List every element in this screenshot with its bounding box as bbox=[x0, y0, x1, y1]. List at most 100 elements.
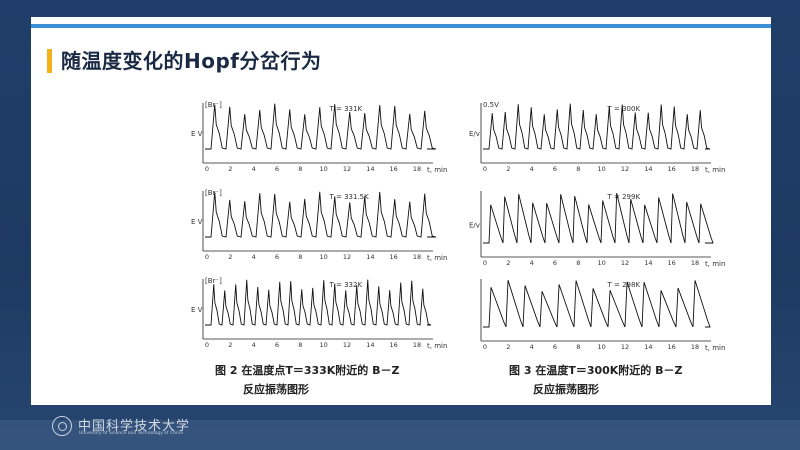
tick-label: 14 bbox=[366, 253, 374, 261]
tick-label: 4 bbox=[530, 343, 534, 351]
tick-label: 12 bbox=[621, 259, 629, 267]
caption-right-line2: 反应振荡图形 bbox=[533, 382, 599, 396]
tick-label: 6 bbox=[553, 165, 557, 173]
tick-label: 2 bbox=[506, 343, 510, 351]
tick-label: 8 bbox=[298, 165, 302, 173]
tick-label: 6 bbox=[553, 259, 557, 267]
tick-label: 18 bbox=[691, 259, 699, 267]
signal-label: [Br⁻] bbox=[205, 277, 222, 285]
caption-left-line1: 图 2 在温度点T＝333K附近的 B－Z bbox=[215, 363, 400, 377]
tick-label: 12 bbox=[621, 165, 629, 173]
x-axis-label: t, min bbox=[705, 166, 725, 174]
signal-label: [Br⁻] bbox=[205, 101, 222, 109]
title-accent-bar bbox=[47, 49, 52, 73]
tick-label: 4 bbox=[530, 259, 534, 267]
tick-label: 6 bbox=[275, 253, 279, 261]
university-emblem-icon bbox=[52, 416, 72, 436]
tick-label: 2 bbox=[228, 341, 232, 349]
tick-label: 18 bbox=[413, 165, 421, 173]
y-axis-label: E V bbox=[191, 130, 203, 138]
y-axis-label: E V bbox=[191, 306, 203, 314]
tick-label: 8 bbox=[576, 259, 580, 267]
right-panel-3: 0 2 4 6 8 10 12 14 16 18 t, min T = 298K bbox=[480, 279, 725, 352]
x-axis-label: t, min bbox=[705, 260, 725, 268]
oscillation-trace bbox=[483, 193, 714, 244]
tick-label: 4 bbox=[252, 341, 256, 349]
tick-label: 18 bbox=[413, 253, 421, 261]
tick-label: 4 bbox=[252, 253, 256, 261]
tick-label: 0 bbox=[483, 259, 487, 267]
tick-label: 8 bbox=[298, 341, 302, 349]
tick-label: 0 bbox=[205, 253, 209, 261]
slide-content: 随温度变化的Hopf分岔行为 0 2 4 6 8 10 12 14 16 18 t, min T = … bbox=[31, 17, 771, 405]
tick-label: 14 bbox=[644, 259, 652, 267]
tick-label: 2 bbox=[506, 259, 510, 267]
tick-label: 18 bbox=[691, 165, 699, 173]
tick-label: 10 bbox=[598, 259, 606, 267]
tick-label: 18 bbox=[691, 343, 699, 351]
tick-label: 14 bbox=[644, 165, 652, 173]
tick-label: 0 bbox=[483, 343, 487, 351]
y-axis-label: E V bbox=[191, 218, 203, 226]
right-figure-column: 0 2 4 6 8 10 12 14 16 18 t, min T = 300K 0.5V E/v 0 2 4 6… bbox=[469, 101, 725, 352]
y-axis-label: E/v bbox=[469, 221, 480, 229]
tick-label: 2 bbox=[506, 165, 510, 173]
tick-label: 6 bbox=[553, 343, 557, 351]
tick-label: 16 bbox=[668, 343, 676, 351]
left-panel-3: 0 2 4 6 8 10 12 14 16 18 t, minT = 332K[Br⁻]E V bbox=[191, 277, 447, 350]
tick-label: 8 bbox=[576, 343, 580, 351]
temperature-label: T = 298K bbox=[607, 281, 641, 289]
tick-label: 12 bbox=[343, 165, 351, 173]
tick-label: 2 bbox=[228, 253, 232, 261]
signal-label: [Br⁻] bbox=[205, 189, 222, 197]
tick-label: 10 bbox=[598, 165, 606, 173]
tick-label: 10 bbox=[320, 341, 328, 349]
tick-label: 8 bbox=[298, 253, 302, 261]
temperature-label: T = 331K bbox=[329, 105, 363, 113]
tick-label: 2 bbox=[228, 165, 232, 173]
tick-label: 18 bbox=[413, 341, 421, 349]
x-axis-label: t, min bbox=[427, 342, 447, 350]
tick-label: 12 bbox=[343, 253, 351, 261]
oscillation-trace bbox=[205, 103, 437, 150]
x-axis-label: t, min bbox=[427, 254, 447, 262]
tick-label: 16 bbox=[390, 253, 398, 261]
caption-right-line1: 图 3 在温度T＝300K附近的 B－Z bbox=[509, 363, 683, 377]
tick-label: 10 bbox=[598, 343, 606, 351]
oscillation-figure: 0 2 4 6 8 10 12 14 16 18 t, min T = 331K [Br⁻] E V 0 2 4… bbox=[191, 101, 725, 396]
temperature-label: T = 300K bbox=[607, 105, 641, 113]
right-panel-1: 0 2 4 6 8 10 12 14 16 18 t, min T = 300K 0.5V E/v bbox=[469, 101, 725, 174]
tick-label: 16 bbox=[668, 165, 676, 173]
oscillation-trace bbox=[483, 280, 711, 328]
tick-label: 6 bbox=[275, 341, 279, 349]
tick-label: 0 bbox=[483, 165, 487, 173]
tick-label: 6 bbox=[275, 165, 279, 173]
y-axis-label: E/v bbox=[469, 130, 480, 138]
left-figure-column: 0 2 4 6 8 10 12 14 16 18 t, min T = 331K [Br⁻] E V 0 2 4… bbox=[191, 101, 447, 350]
temperature-label: T = 299K bbox=[607, 193, 641, 201]
tick-label: 12 bbox=[621, 343, 629, 351]
caption-left-line2: 反应振荡图形 bbox=[243, 382, 309, 396]
tick-label: 10 bbox=[320, 165, 328, 173]
left-panel-1: 0 2 4 6 8 10 12 14 16 18 t, min T = 331K [Br⁻] E V bbox=[191, 101, 447, 174]
tick-label: 16 bbox=[668, 259, 676, 267]
tick-label: 10 bbox=[320, 253, 328, 261]
tick-label: 14 bbox=[366, 165, 374, 173]
oscillation-trace bbox=[205, 191, 437, 238]
tick-label: 14 bbox=[644, 343, 652, 351]
tick-label: 4 bbox=[252, 165, 256, 173]
oscillation-trace bbox=[205, 279, 432, 326]
tick-label: 14 bbox=[366, 341, 374, 349]
university-name-en: University of Science and Technology of … bbox=[79, 431, 183, 436]
tick-label: 16 bbox=[390, 341, 398, 349]
signal-label: 0.5V bbox=[483, 101, 499, 109]
tick-label: 12 bbox=[343, 341, 351, 349]
tick-label: 8 bbox=[576, 165, 580, 173]
oscillation-trace bbox=[483, 103, 711, 150]
x-axis-label: t, min bbox=[705, 344, 725, 352]
right-panel-2: 0 2 4 6 8 10 12 14 16 18 t, min T = 299K E/v bbox=[469, 191, 725, 268]
x-axis-label: t, min bbox=[427, 166, 447, 174]
slide-title: 随温度变化的Hopf分岔行为 bbox=[61, 49, 322, 73]
top-accent-bar bbox=[31, 24, 771, 28]
tick-label: 0 bbox=[205, 165, 209, 173]
